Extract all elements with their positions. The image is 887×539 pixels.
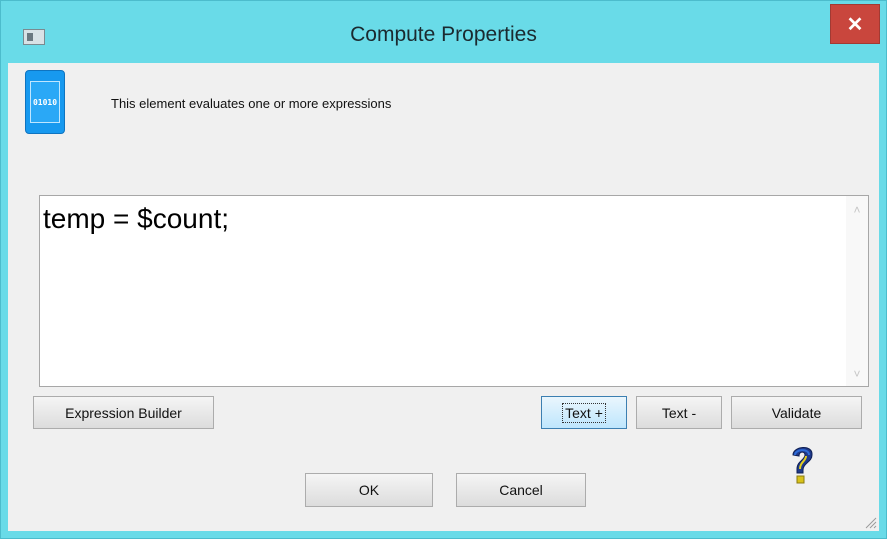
expression-builder-button[interactable]: Expression Builder	[33, 396, 214, 429]
title-bar[interactable]: Compute Properties ✕	[1, 1, 886, 63]
text-increase-label: Text +	[562, 402, 606, 423]
expression-builder-label: Expression Builder	[65, 404, 182, 421]
text-decrease-label: Text -	[661, 404, 697, 421]
cancel-button[interactable]: Cancel	[456, 473, 586, 507]
binary-icon-screen: 01010	[30, 81, 60, 123]
help-question-icon[interactable]	[787, 443, 817, 487]
validate-button[interactable]: Validate	[731, 396, 862, 429]
close-icon: ✕	[846, 13, 864, 36]
window-title: Compute Properties	[350, 23, 537, 46]
ok-label: OK	[358, 482, 380, 498]
cancel-label: Cancel	[499, 482, 543, 498]
ok-button[interactable]: OK	[305, 473, 433, 507]
text-increase-button[interactable]: Text +	[541, 396, 627, 429]
scroll-down-icon[interactable]: ˅	[846, 364, 868, 384]
compute-properties-dialog: Compute Properties ✕ 01010 This element …	[0, 0, 887, 539]
text-decrease-button[interactable]: Text -	[636, 396, 722, 429]
editor-scrollbar[interactable]: ˄ ˅	[846, 196, 868, 386]
binary-icon: 01010	[25, 70, 65, 134]
dialog-body: 01010 This element evaluates one or more…	[8, 63, 879, 531]
resize-grip-icon[interactable]	[863, 515, 877, 529]
expression-editor[interactable]: temp = $count; ˄ ˅	[39, 195, 869, 387]
validate-label: Validate	[771, 404, 822, 421]
element-description: This element evaluates one or more expre…	[111, 96, 392, 111]
expression-text[interactable]: temp = $count;	[43, 203, 229, 235]
scroll-up-icon[interactable]: ˄	[846, 200, 868, 220]
close-button[interactable]: ✕	[830, 4, 880, 44]
help-question-icon-graphic	[792, 447, 813, 484]
